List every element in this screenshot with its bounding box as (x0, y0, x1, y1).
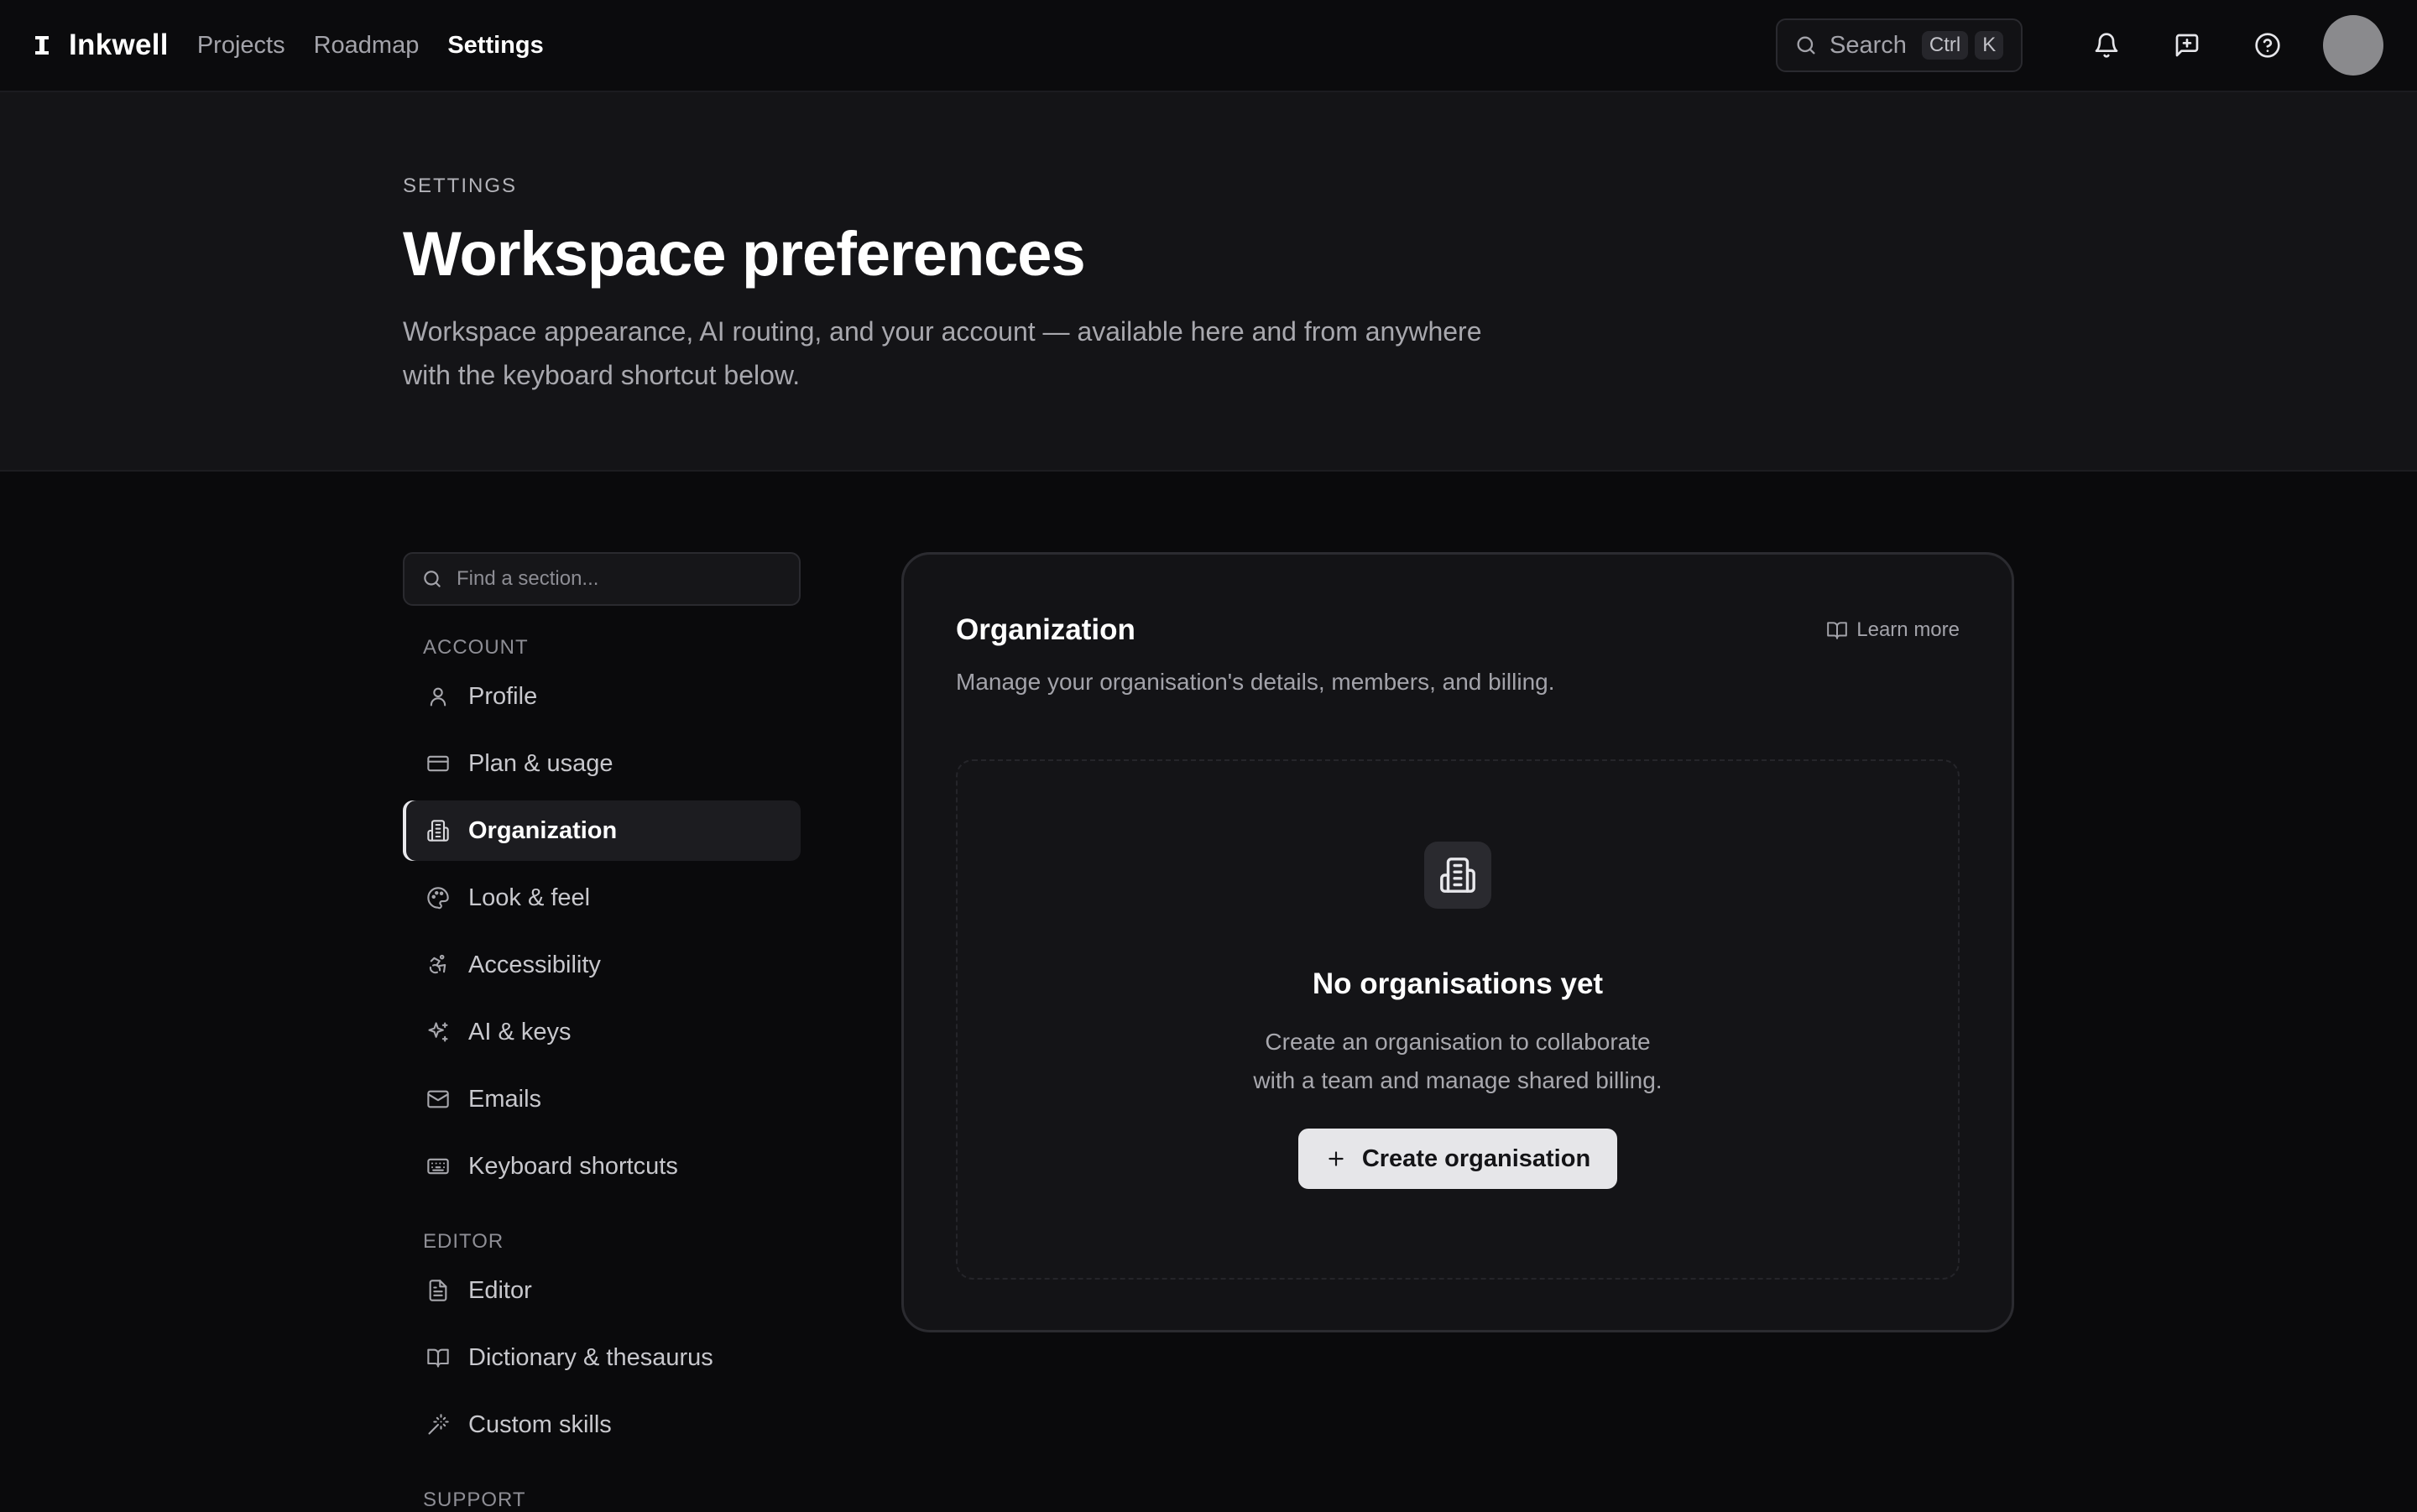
keyboard-icon (425, 1153, 452, 1180)
nav-settings[interactable]: Settings (447, 32, 543, 60)
palette-icon (425, 884, 452, 911)
search-button[interactable]: Search Ctrl K (1776, 18, 2023, 72)
sidebar-group-account: ACCOUNT (423, 636, 529, 659)
settings-sidebar: ACCOUNT Profile Plan & usage Organizatio… (403, 552, 801, 1512)
empty-state: No organisations yet Create an organisat… (956, 759, 1960, 1280)
book-open-icon (1826, 619, 1848, 641)
sidebar-item-organization[interactable]: Organization (403, 800, 801, 861)
create-organisation-button[interactable]: Create organisation (1297, 1129, 1618, 1189)
top-bar: Inkwell Projects Roadmap Settings Search… (0, 0, 2417, 92)
page-description-line-2: with the keyboard shortcut below. (403, 360, 801, 390)
mail-icon (425, 1086, 452, 1113)
card-title: Organization (956, 613, 1135, 646)
search-icon (421, 568, 443, 590)
shortcut-key-ctrl: Ctrl (1921, 31, 1969, 60)
feedback-button[interactable] (2162, 20, 2212, 70)
sidebar-item-profile[interactable]: Profile (403, 666, 801, 727)
sidebar-item-label: Look & feel (468, 884, 591, 911)
page-eyebrow: SETTINGS (403, 175, 518, 197)
inkwell-logo-icon (34, 34, 50, 56)
search-icon (1794, 34, 1818, 57)
shortcut-key-k: K (1975, 31, 2004, 60)
empty-state-title: No organisations yet (1312, 967, 1604, 1000)
sidebar-item-label: Editor (468, 1276, 532, 1304)
create-organisation-label: Create organisation (1361, 1144, 1591, 1172)
sidebar-item-custom-skills[interactable]: Custom skills (403, 1395, 801, 1455)
sidebar-item-label: Custom skills (468, 1410, 612, 1438)
sidebar-item-editor[interactable]: Editor (403, 1260, 801, 1321)
user-icon (425, 683, 452, 710)
sidebar-item-accessibility[interactable]: Accessibility (403, 935, 801, 995)
sidebar-group-support: SUPPORT (423, 1489, 526, 1511)
book-open-icon (425, 1344, 452, 1371)
empty-state-description-line-2: with a team and manage shared billing. (1253, 1067, 1663, 1093)
sidebar-item-label: Emails (468, 1085, 542, 1113)
learn-more-label: Learn more (1856, 618, 1960, 641)
sidebar-item-label: Dictionary & thesaurus (468, 1343, 713, 1371)
credit-card-icon (425, 750, 452, 777)
sidebar-item-label: Accessibility (468, 951, 601, 978)
sidebar-item-plan-usage[interactable]: Plan & usage (403, 733, 801, 794)
organization-card: Organization Learn more Manage your orga… (901, 552, 2014, 1332)
help-circle-icon (2254, 32, 2281, 59)
sidebar-item-look-feel[interactable]: Look & feel (403, 868, 801, 928)
sidebar-item-label: AI & keys (468, 1018, 572, 1045)
main-nav: Projects Roadmap Settings (197, 32, 544, 60)
nav-projects[interactable]: Projects (197, 32, 285, 60)
bell-icon (2093, 32, 2120, 59)
sidebar-item-dictionary-thesaurus[interactable]: Dictionary & thesaurus (403, 1327, 801, 1388)
brand[interactable]: Inkwell (34, 29, 169, 62)
sparkles-icon (425, 1019, 452, 1045)
notifications-button[interactable] (2081, 20, 2132, 70)
sidebar-item-ai-keys[interactable]: AI & keys (403, 1002, 801, 1062)
wand-icon (425, 1411, 452, 1438)
page-title: Workspace preferences (403, 219, 1086, 289)
help-button[interactable] (2242, 20, 2293, 70)
learn-more-link[interactable]: Learn more (1826, 618, 1960, 642)
sidebar-item-label: Keyboard shortcuts (468, 1152, 678, 1180)
empty-state-description: Create an organisation to collaborate wi… (1198, 1023, 1718, 1100)
card-subtitle: Manage your organisation's details, memb… (956, 669, 1555, 695)
page-description-line-1: Workspace appearance, AI routing, and yo… (403, 316, 1482, 347)
building-icon (425, 817, 452, 844)
message-plus-icon (2174, 32, 2200, 59)
search-label: Search (1830, 31, 1907, 59)
building-icon (1424, 842, 1491, 909)
avatar[interactable] (2323, 15, 2383, 76)
top-bar-actions: Search Ctrl K (1776, 15, 2383, 76)
page-header: SETTINGS Workspace preferences Workspace… (0, 92, 2417, 472)
section-search[interactable] (403, 552, 801, 606)
sidebar-item-label: Profile (468, 682, 538, 710)
nav-roadmap[interactable]: Roadmap (314, 32, 420, 60)
file-text-icon (425, 1277, 452, 1304)
sidebar-item-label: Organization (468, 816, 618, 844)
sidebar-item-emails[interactable]: Emails (403, 1069, 801, 1129)
app-name: Inkwell (69, 29, 169, 61)
sidebar-item-label: Plan & usage (468, 749, 613, 777)
plus-icon (1325, 1148, 1347, 1170)
page-description: Workspace appearance, AI routing, and yo… (403, 310, 1544, 397)
accessibility-icon (425, 952, 452, 978)
empty-state-description-line-1: Create an organisation to collaborate (1265, 1029, 1651, 1055)
sidebar-item-keyboard-shortcuts[interactable]: Keyboard shortcuts (403, 1136, 801, 1197)
sidebar-group-editor: EDITOR (423, 1230, 504, 1253)
section-search-input[interactable] (457, 567, 775, 591)
